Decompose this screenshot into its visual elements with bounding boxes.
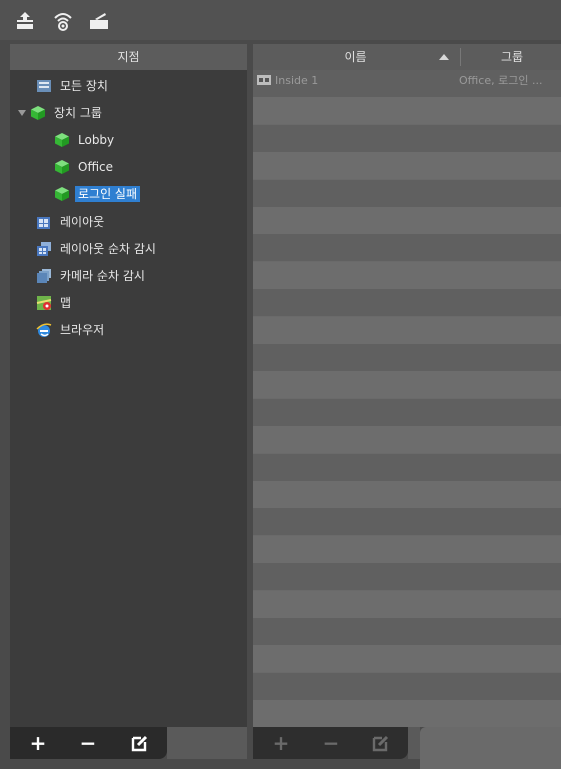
tree-item-camera-sequence[interactable]: 카메라 순차 감시 <box>36 264 148 286</box>
column-header-name[interactable]: 이름 <box>253 44 458 70</box>
upload-icon[interactable] <box>14 10 36 32</box>
device-list-panel: 이름 그룹 Inside 1 Office, 로그인 ... <box>253 44 561 727</box>
edit-icon <box>372 735 389 752</box>
expand-arrow-icon[interactable] <box>18 109 26 116</box>
table-row <box>253 618 561 645</box>
table-row <box>253 453 561 481</box>
column-divider[interactable] <box>460 48 461 66</box>
device-list-header: 이름 그룹 <box>253 44 561 70</box>
table-row <box>253 535 561 563</box>
edit-button[interactable] <box>128 731 152 755</box>
table-row <box>253 261 561 289</box>
device-list-rows: Inside 1 Office, 로그인 ... <box>253 70 561 727</box>
layout-sequence-icon <box>37 241 51 256</box>
site-column-header[interactable]: 지점 <box>10 44 247 70</box>
table-row <box>253 508 561 536</box>
table-row <box>253 344 561 371</box>
tree-item-all-devices[interactable]: 모든 장치 <box>36 74 111 96</box>
tree-item-label: 레이아웃 <box>60 214 105 229</box>
table-row <box>253 234 561 262</box>
table-row <box>253 152 561 180</box>
browser-icon <box>36 322 52 337</box>
table-row <box>253 124 561 152</box>
group-cube-icon <box>55 159 69 174</box>
group-cube-icon <box>31 105 45 120</box>
device-list-icon <box>37 79 51 92</box>
site-tree-panel: 지점 모든 장치 장치 그룹 Lobby Office 로그인 실패 레이아웃 … <box>10 44 247 727</box>
wireless-icon[interactable] <box>52 10 74 32</box>
tree-item-browser[interactable]: 브라우저 <box>36 318 107 340</box>
site-tree-footer: + − <box>10 727 167 759</box>
device-group-cell: Office, 로그인 ... <box>459 74 543 87</box>
tree-item-label: 카메라 순차 감시 <box>60 268 145 283</box>
tree-item-label: 장치 그룹 <box>54 105 102 120</box>
device-list-footer: + − <box>253 727 408 759</box>
table-row[interactable]: Inside 1 Office, 로그인 ... <box>253 70 561 97</box>
table-row <box>253 179 561 207</box>
table-row <box>253 700 561 727</box>
device-name-cell: Inside 1 <box>275 74 319 87</box>
table-row <box>253 289 561 317</box>
table-row <box>253 426 561 454</box>
column-header-group[interactable]: 그룹 <box>463 44 561 70</box>
device-icon <box>257 75 271 85</box>
tree-item-layout[interactable]: 레이아웃 <box>36 210 107 232</box>
tree-item-label: 모든 장치 <box>60 78 108 93</box>
table-row <box>253 207 561 234</box>
tree-item-label: Lobby <box>78 132 115 147</box>
edit-icon <box>131 735 148 752</box>
remove-button[interactable]: − <box>76 731 100 755</box>
table-row <box>253 371 561 399</box>
tree-item-label: 브라우저 <box>60 322 105 337</box>
table-row <box>253 97 561 125</box>
tree-item-lobby[interactable]: Lobby <box>54 128 117 150</box>
bottom-tab-area <box>420 727 561 769</box>
table-row <box>253 481 561 508</box>
card-reader-icon[interactable] <box>88 10 110 32</box>
camera-sequence-icon <box>37 268 51 283</box>
table-row <box>253 316 561 344</box>
table-row <box>253 672 561 700</box>
table-row <box>253 398 561 426</box>
group-cube-icon <box>55 132 69 147</box>
tree-item-label: Office <box>78 159 114 174</box>
tree-item-label: 맵 <box>60 295 72 310</box>
group-cube-icon <box>55 186 69 201</box>
tree-item-device-group[interactable]: 장치 그룹 <box>18 101 105 123</box>
remove-button[interactable]: − <box>319 731 343 755</box>
table-row <box>253 563 561 591</box>
table-row <box>253 590 561 618</box>
tree-item-login-failure[interactable]: 로그인 실패 <box>54 182 141 204</box>
layout-icon <box>37 216 50 229</box>
footer-spacer <box>408 727 420 759</box>
tree-item-label: 로그인 실패 <box>75 185 141 202</box>
footer-spacer <box>167 727 247 759</box>
add-button[interactable]: + <box>269 731 293 755</box>
top-toolbar <box>0 0 561 40</box>
tree-item-office[interactable]: Office <box>54 155 116 177</box>
tree-item-label: 레이아웃 순차 감시 <box>60 241 156 256</box>
sort-ascending-icon <box>439 54 449 60</box>
add-button[interactable]: + <box>26 731 50 755</box>
table-row <box>253 645 561 673</box>
map-icon <box>36 295 52 310</box>
tree-item-map[interactable]: 맵 <box>36 291 74 313</box>
edit-button[interactable] <box>369 731 393 755</box>
tree-item-layout-sequence[interactable]: 레이아웃 순차 감시 <box>36 237 159 259</box>
